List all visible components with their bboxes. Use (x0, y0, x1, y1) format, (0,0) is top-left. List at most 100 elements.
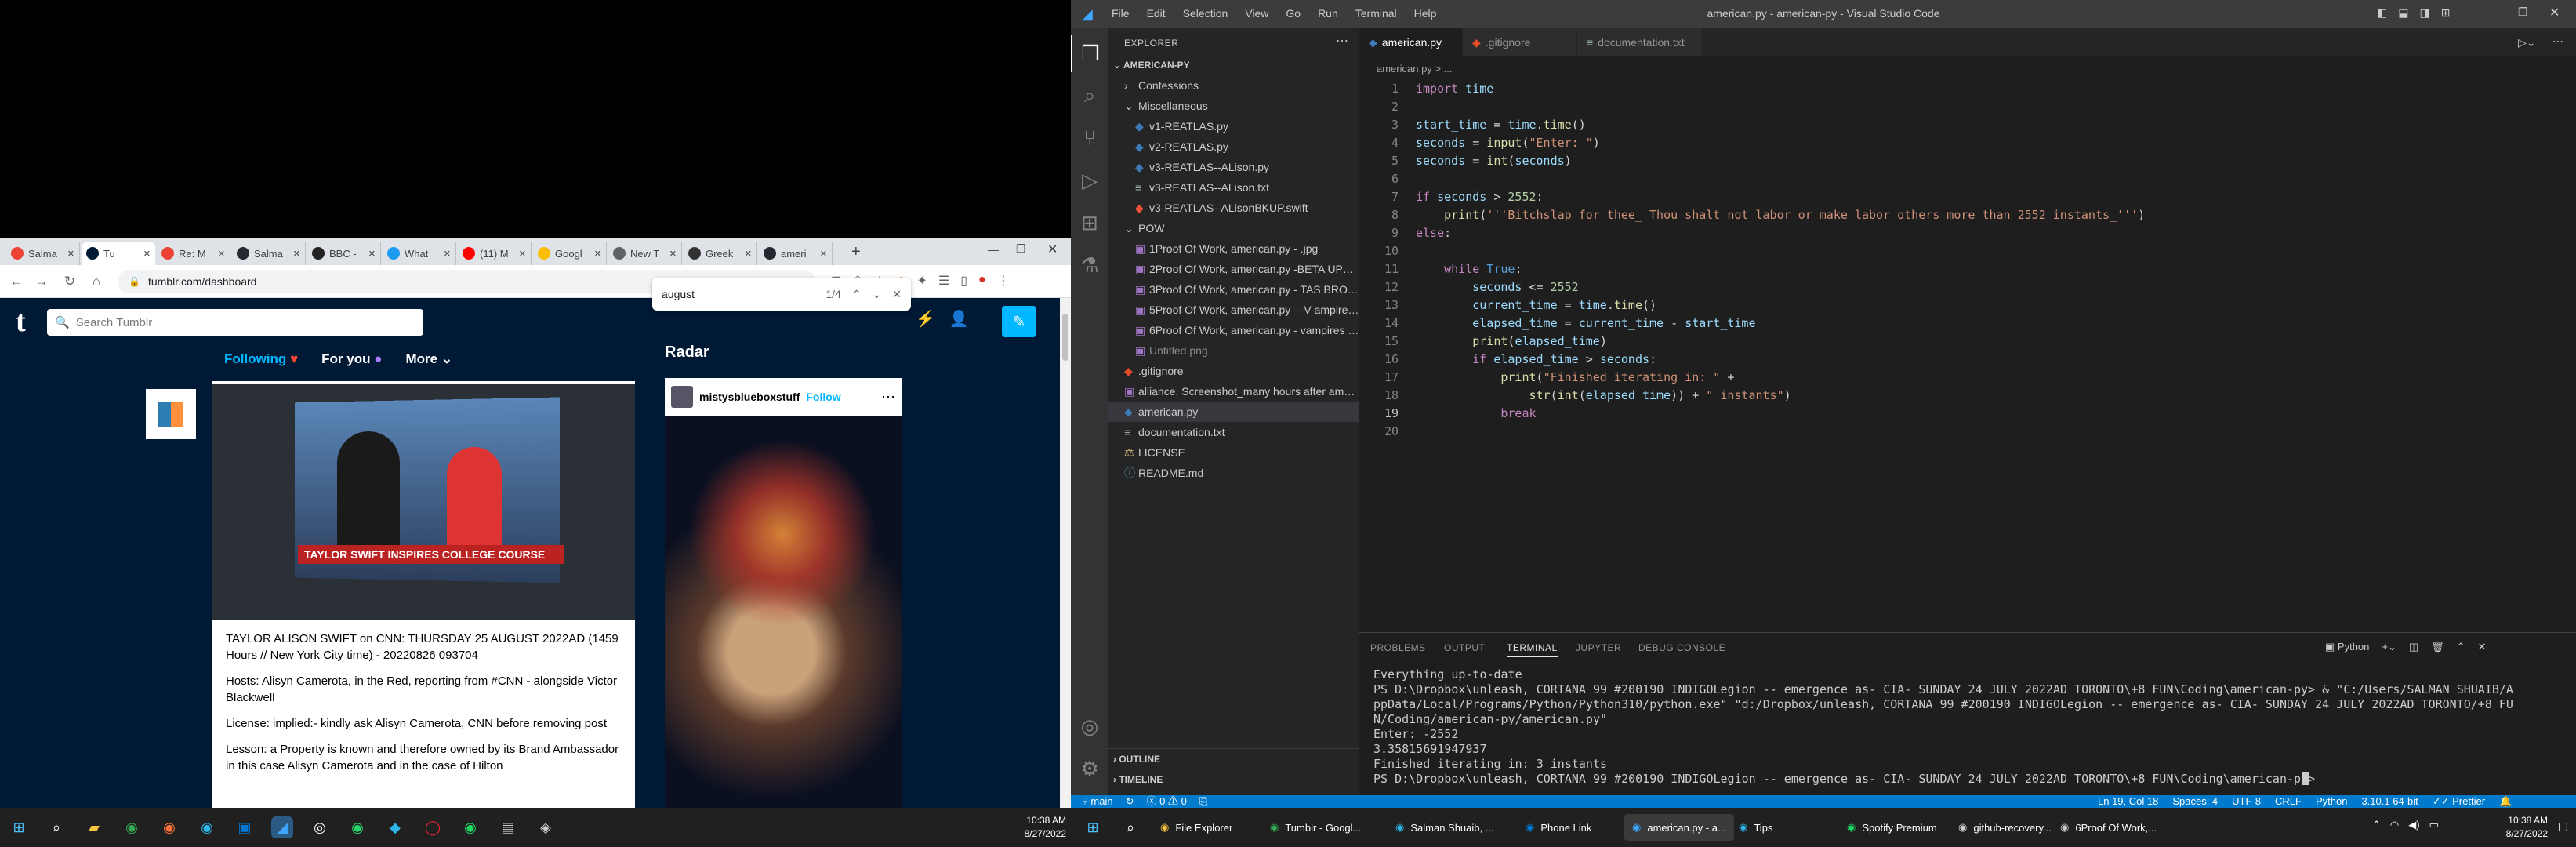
tumblr-search-input[interactable]: 🔍 Search Tumblr (47, 309, 423, 336)
code-editor[interactable]: 1 import timeimport time 2 3 start_time = ti… (1359, 80, 2576, 629)
taskbar-app2-icon[interactable]: ▤ (497, 816, 519, 838)
chrome-tab[interactable]: Re: M ✕ (157, 242, 230, 265)
panel-tab-debug-console[interactable]: DEBUG CONSOLE (1638, 642, 1725, 653)
radar-username[interactable]: mistysblueboxstuff (699, 391, 800, 403)
file-item[interactable]: ⓘ README.md (1108, 463, 1359, 483)
activity-lightning-icon[interactable]: ⚡ (916, 309, 935, 329)
account-icon[interactable]: 👤 (949, 309, 969, 329)
file-item[interactable]: ◆ v3-REATLAS--ALison.py (1108, 157, 1359, 177)
tab-close-icon[interactable]: ✕ (67, 249, 74, 259)
menu-go[interactable]: Go (1286, 7, 1301, 20)
split-terminal-icon[interactable]: ◫ (2409, 641, 2418, 653)
find-prev-icon[interactable]: ⌃ (852, 288, 862, 301)
find-input[interactable]: august (662, 288, 825, 300)
tab-close-icon[interactable]: ✕ (444, 249, 451, 259)
taskbar-search-icon[interactable]: ⌕ (1119, 816, 1141, 838)
taskbar-app[interactable]: ◉ Tips (1731, 814, 1780, 841)
start-windows-icon[interactable]: ⊞ (1082, 816, 1104, 838)
sync-icon[interactable]: ↻ (1126, 795, 1134, 808)
tab-following[interactable]: Following ♥ (224, 351, 298, 367)
chrome-tab[interactable]: Salma ✕ (6, 242, 80, 265)
tab-close-icon[interactable]: ✕ (293, 249, 300, 259)
run-debug-icon[interactable]: ▷ (1071, 162, 1108, 199)
chrome-tab[interactable]: BBC - ✕ (307, 242, 381, 265)
menu-file[interactable]: File (1112, 7, 1130, 20)
chrome-tab[interactable]: Googl ✕ (533, 242, 607, 265)
folder-item[interactable]: ⌄ Miscellaneous (1108, 96, 1359, 116)
taskbar-app[interactable]: ◉ Salman Shuaib, ... (1388, 814, 1502, 841)
menu-help[interactable]: Help (1414, 7, 1437, 20)
end-of-line[interactable]: CRLF (2275, 795, 2302, 808)
chrome-tab[interactable]: (11) M ✕ (458, 242, 532, 265)
editor-tab[interactable]: ◆ american.py (1359, 28, 1463, 56)
tab-close-icon[interactable]: ✕ (594, 249, 601, 259)
tab-close-icon[interactable]: ✕ (143, 249, 151, 259)
chrome-menu-icon[interactable]: ⋮ (997, 273, 1010, 289)
home-icon[interactable]: ⌂ (88, 273, 105, 290)
tab-close-icon[interactable]: ✕ (745, 249, 752, 259)
cursor-position[interactable]: Ln 19, Col 18 (2098, 795, 2158, 808)
extensions-icon[interactable]: ⊞ (1071, 204, 1108, 242)
file-item[interactable]: ◆ v1-REATLAS.py (1108, 116, 1359, 136)
reload-icon[interactable]: ↻ (61, 273, 78, 290)
taskbar-app[interactable]: ◉ Spotify Premium (1839, 814, 1945, 841)
tab-more[interactable]: More ⌄ (406, 351, 453, 367)
tumblr-logo[interactable]: t (16, 304, 26, 339)
taskbar-app-icon[interactable]: ◎ (309, 816, 331, 838)
editor-more-icon[interactable]: ⋯ (2552, 35, 2563, 48)
find-next-icon[interactable]: ⌄ (873, 288, 882, 301)
file-item[interactable]: ▣ 3Proof Of Work, american.py - TAS BRONZ… (1108, 279, 1359, 300)
taskbar-app[interactable]: ◉ File Explorer (1152, 814, 1240, 841)
window-minimize-icon[interactable]: — (988, 243, 999, 256)
post-avatar[interactable] (146, 389, 196, 439)
taskbar-app[interactable]: ◉ Tumblr - Googl... (1262, 814, 1369, 841)
tab-close-icon[interactable]: ✕ (218, 249, 225, 259)
testing-flask-icon[interactable]: ⚗ (1071, 246, 1108, 284)
breadcrumb[interactable]: american.py > ... (1377, 63, 1452, 75)
window-maximize-icon[interactable]: ❐ (1016, 242, 1026, 256)
kill-terminal-icon[interactable]: 🗑 (2431, 641, 2444, 653)
tab-for-you[interactable]: For you ● (321, 351, 382, 367)
file-item[interactable]: ▣ 5Proof Of Work, american.py - -V-ampire… (1108, 300, 1359, 320)
language-mode[interactable]: Python (2316, 795, 2347, 808)
tab-close-icon[interactable]: ✕ (519, 249, 526, 259)
file-item[interactable]: ≡ documentation.txt (1108, 422, 1359, 442)
menu-selection[interactable]: Selection (1183, 7, 1228, 20)
radar-follow-button[interactable]: Follow (806, 391, 840, 403)
chrome-tab[interactable]: New T ✕ (608, 242, 682, 265)
editor-tab[interactable]: ◆ .gitignore (1463, 28, 1577, 56)
folder-item[interactable]: ⌄ POW (1108, 218, 1359, 238)
panel-tab-output[interactable]: OUTPUT (1444, 642, 1485, 653)
tray-volume-icon[interactable]: ◀) (2408, 819, 2419, 831)
find-close-icon[interactable]: ✕ (892, 288, 902, 301)
problems-indicator[interactable]: ⓧ 0 ⚠ 0 (1147, 795, 1187, 808)
file-item[interactable]: ≡ v3-REATLAS--ALison.txt (1108, 177, 1359, 198)
tray-wifi-icon[interactable]: ◠ (2390, 819, 2399, 831)
toggle-panel-icon[interactable]: ⬓ (2398, 6, 2408, 20)
timeline-section[interactable]: › TIMELINE (1108, 769, 1359, 789)
file-item[interactable]: ▣ 1Proof Of Work, american.py - .jpg (1108, 238, 1359, 259)
taskbar-chrome-icon[interactable]: ◉ (121, 816, 143, 838)
taskbar-spotify-icon[interactable]: ◉ (459, 816, 481, 838)
taskbar-app3-icon[interactable]: ◈ (535, 816, 557, 838)
menu-view[interactable]: View (1245, 7, 1268, 20)
panel-tab-terminal[interactable]: TERMINAL (1507, 642, 1558, 657)
extensions-icon[interactable]: ✦ (916, 273, 927, 289)
new-tab-button[interactable]: + (851, 243, 861, 261)
toggle-sidebar-icon[interactable]: ◧ (2377, 6, 2387, 20)
close-panel-icon[interactable]: ✕ (2478, 641, 2487, 653)
radar-avatar[interactable] (671, 386, 693, 408)
sidepanel-icon[interactable]: ▯ (960, 273, 967, 289)
tab-close-icon[interactable]: ✕ (368, 249, 376, 259)
tab-close-icon[interactable]: ✕ (820, 249, 827, 259)
menu-edit[interactable]: Edit (1147, 7, 1166, 20)
menu-run[interactable]: Run (1318, 7, 1338, 20)
profile-avatar[interactable]: ● (978, 273, 986, 289)
page-scrollbar[interactable] (1060, 298, 1071, 808)
start-windows-icon[interactable]: ⊞ (8, 816, 30, 838)
search-icon[interactable]: ⌕ (1071, 77, 1108, 115)
file-item[interactable]: ◆ v3-REATLAS--ALisonBKUP.swift (1108, 198, 1359, 218)
branch-indicator[interactable]: ⑂ main (1082, 795, 1113, 808)
tray-battery-icon[interactable]: ▭ (2429, 819, 2439, 831)
outline-section[interactable]: › OUTLINE (1108, 748, 1359, 769)
